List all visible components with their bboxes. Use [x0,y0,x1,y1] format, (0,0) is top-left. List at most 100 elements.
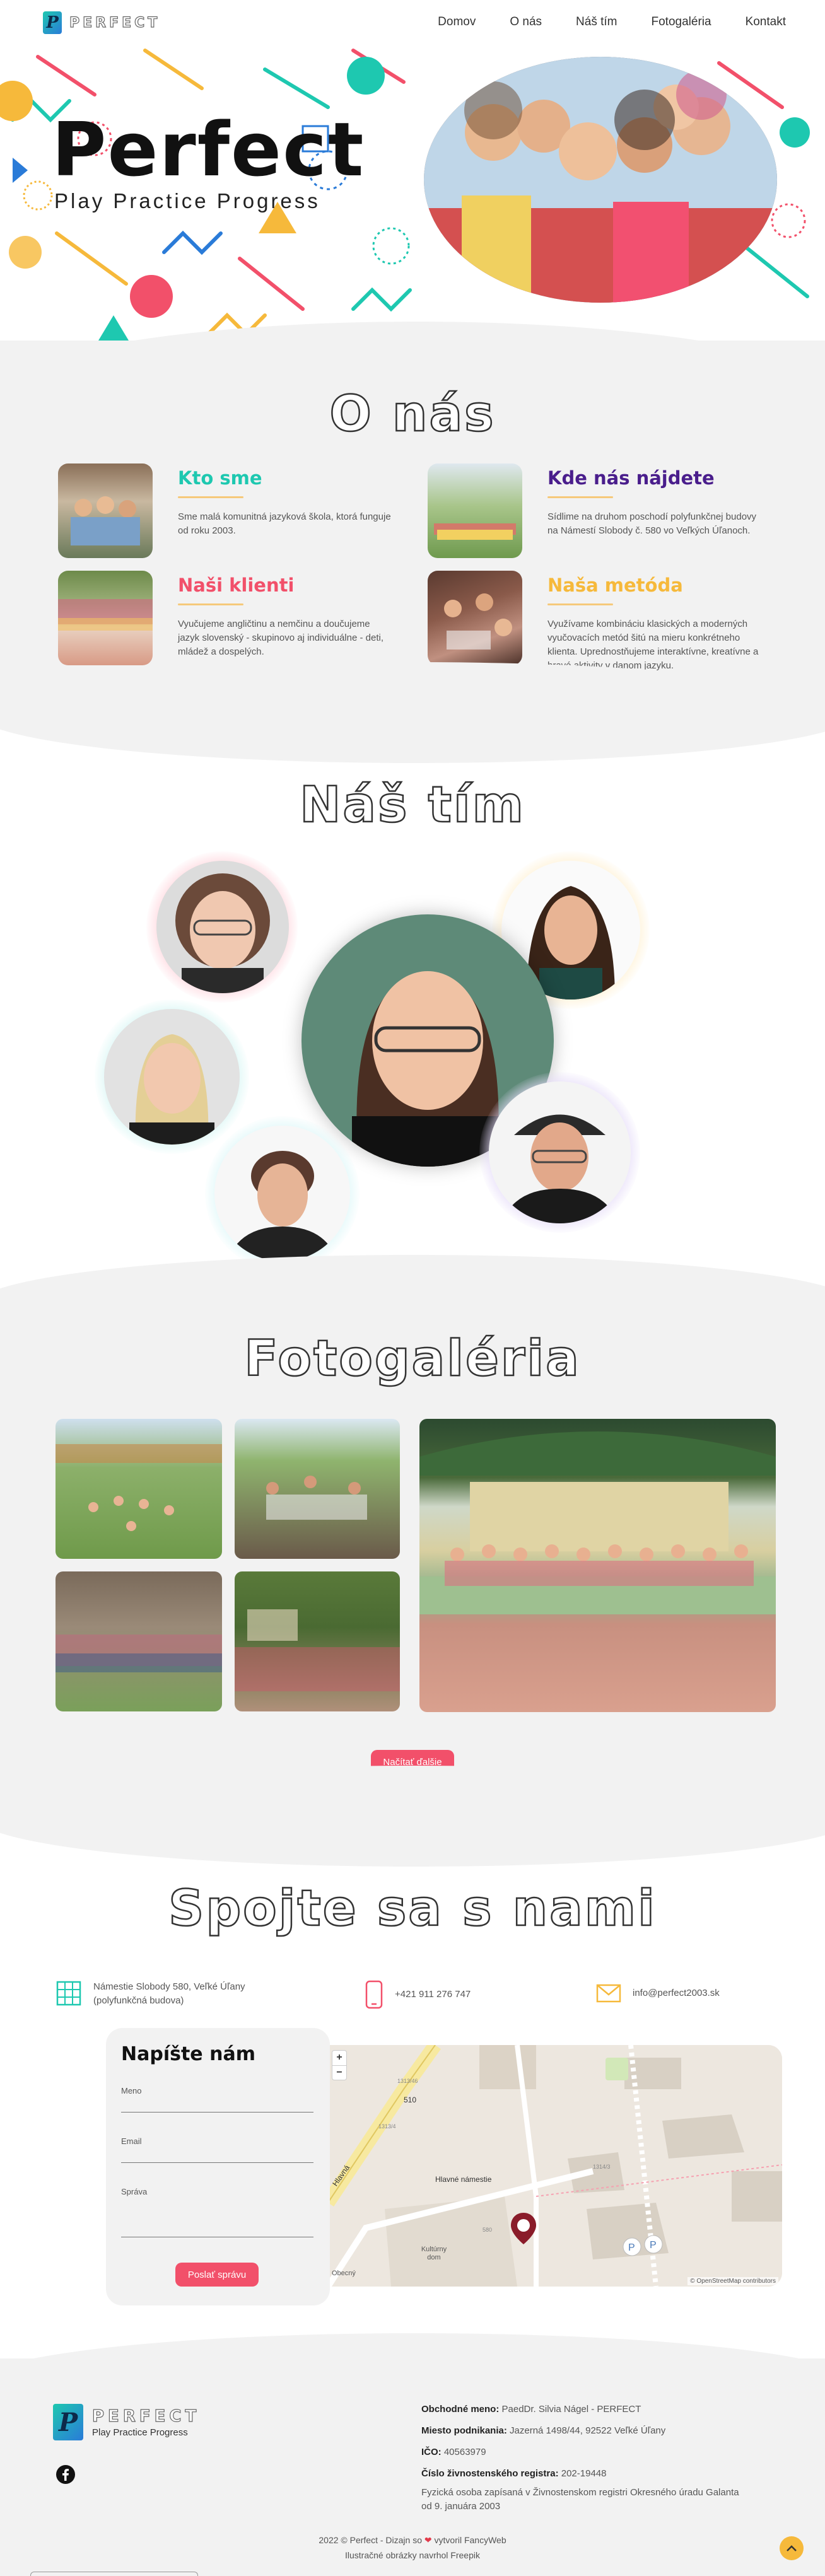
team-member-photo [104,1009,240,1145]
about-underline [547,496,613,498]
about-heading-who: Kto sme [178,467,262,489]
nav-link-gallery[interactable]: Fotogaléria [652,15,711,29]
register-label: Číslo živnostenského registra: [421,2468,559,2479]
hero-title: Perfect [52,106,365,193]
building-icon [56,1981,81,2006]
map-zoom-controls: + − [332,2050,347,2080]
about-image-clients [58,571,153,665]
contact-phone[interactable]: +421 911 276 747 [365,1980,471,2009]
about-heading-method: Naša metóda [547,574,683,596]
footer-logo-mark: P [53,2404,83,2440]
about-text-clients: Vyučujeme angličtinu a nemčinu a doučuje… [178,619,383,657]
copyright-text: 2022 © Perfect - Dizajn so [319,2535,422,2545]
gallery-photo[interactable] [235,1419,400,1559]
footer-business-name: Obchodné meno: PaedDr. Silvia Nágel - PE… [421,2403,641,2416]
top-navbar: P PERFECT Domov O nás Náš tím Fotogaléri… [0,0,825,44]
facebook-icon[interactable] [56,2464,76,2485]
map-zoom-out[interactable]: − [332,2066,346,2080]
contact-title: Spojte sa s nami [168,1880,657,1938]
footer-ico: IČO: 40563979 [421,2445,486,2459]
business-name: PaedDr. Silvia Nágel - PERFECT [501,2404,641,2415]
hero-subtitle: Play Practice Progress [54,189,320,213]
about-card-clients: Naši klienti Vyučujeme angličtinu a nemč… [58,571,411,672]
address-line-2: (polyfunkčná budova) [93,1995,184,2006]
map-house-number: 1314/3 [593,2164,611,2170]
nav-link-contact[interactable]: Kontakt [746,15,786,29]
map-canvas: P P [328,2045,782,2287]
site-logo[interactable]: P PERFECT [43,11,160,34]
phone-number[interactable]: +421 911 276 747 [395,1988,471,2002]
map-attribution[interactable]: © OpenStreetMap contributors [688,2277,778,2285]
email-field[interactable] [121,2145,313,2163]
svg-text:P: P [628,2242,635,2253]
gallery-photo-large[interactable] [419,1419,776,1712]
site-footer: P PERFECT Play Practice Progress Obchodn… [0,2358,825,2576]
about-text-method: Využívame kombináciu klasických a modern… [547,619,759,671]
ico: 40563979 [443,2447,486,2457]
register: 202-19448 [561,2468,607,2479]
message-label: Správa [121,2187,148,2196]
copyright-credit[interactable]: vytvoril FancyWeb [435,2535,506,2545]
mail-icon [596,1984,621,2003]
about-underline [547,603,613,605]
contact-address: Námestie Slobody 580, Veľké Úľany (polyf… [56,1980,245,2008]
map-label-square: Hlavné námestie [435,2175,492,2184]
footer-illustrations-credit[interactable]: Ilustračné obrázky navrhol Freepik [0,2550,825,2560]
map-location-pin-icon[interactable] [510,2212,537,2246]
gallery-photo[interactable] [56,1571,222,1711]
about-image-where [428,463,522,558]
map-house-number: 580 [483,2227,493,2233]
email-label: Email [121,2136,142,2146]
footer-tagline: Play Practice Progress [92,2427,188,2438]
name-field[interactable] [121,2095,313,2113]
footer-register: Číslo živnostenského registra: 202-19448 [421,2467,606,2481]
about-underline [178,496,243,498]
team-member-photo [489,1081,631,1223]
about-card-who: Kto sme Sme malá komunitná jazyková škol… [58,463,411,564]
map-zoom-in[interactable]: + [332,2051,346,2066]
message-field[interactable] [121,2198,313,2237]
gallery-section: Fotogaléria Načítať ďalšie [0,1299,825,1804]
address-line-1: Námestie Slobody 580, Veľké Úľany [93,1981,245,1992]
footer-note: Fyzická osoba zapísaná v Živnostenskom r… [421,2487,739,2512]
location-map[interactable]: P P + − 510 Hlavná Hlavné námestie 1313/… [328,2045,782,2287]
send-message-button[interactable]: Poslať správu [175,2263,259,2287]
team-section: Náš tím [0,719,825,1286]
gallery-title: Fotogaléria [243,1330,581,1389]
logo-mark: P [43,11,62,34]
about-underline [178,603,243,605]
svg-text:P: P [650,2240,657,2251]
nav-link-team[interactable]: Náš tím [576,15,617,29]
footer-logo-text: PERFECT [91,2406,201,2426]
about-text-where: Sídlime na druhom poschodí polyfunkčnej … [547,511,757,536]
business-name-label: Obchodné meno: [421,2404,500,2415]
team-title: Náš tím [299,776,525,835]
gallery-photo[interactable] [56,1419,222,1559]
nav-link-home[interactable]: Domov [438,15,476,29]
scroll-to-top-button[interactable] [780,2536,804,2560]
main-nav: Domov O nás Náš tím Fotogaléria Kontakt [438,15,786,29]
footer-bottom-line [30,2572,198,2576]
footer-copyright: 2022 © Perfect - Dizajn so ❤ vytvoril Fa… [0,2535,825,2546]
form-title: Napíšte nám [121,2043,255,2065]
about-image-who [58,463,153,558]
about-text-who: Sme malá komunitná jazyková škola, ktorá… [178,511,391,536]
email-address[interactable]: info@perfect2003.sk [633,1986,720,2000]
map-house-number: 1313/4 [378,2123,396,2130]
team-member-photo [214,1126,350,1261]
phone-icon [365,1980,383,2009]
place-label: Miesto podnikania: [421,2425,507,2436]
hero-group-photo [424,57,777,303]
map-place-label: Obecný [332,2270,356,2277]
map-label-road: 510 [404,2095,417,2104]
contact-email[interactable]: info@perfect2003.sk [596,1984,720,2003]
map-house-number: 1313/46 [397,2078,418,2084]
about-heading-where: Kde nás nájdete [547,467,715,489]
about-section: O nás Kto sme Sme malá komunitná jazykov… [0,341,825,700]
gallery-photo[interactable] [235,1571,400,1711]
ico-label: IČO: [421,2447,442,2457]
about-heading-clients: Naši klienti [178,574,295,596]
name-label: Meno [121,2086,142,2095]
footer-logo[interactable]: P PERFECT Play Practice Progress [53,2404,200,2440]
nav-link-about[interactable]: O nás [510,15,542,29]
